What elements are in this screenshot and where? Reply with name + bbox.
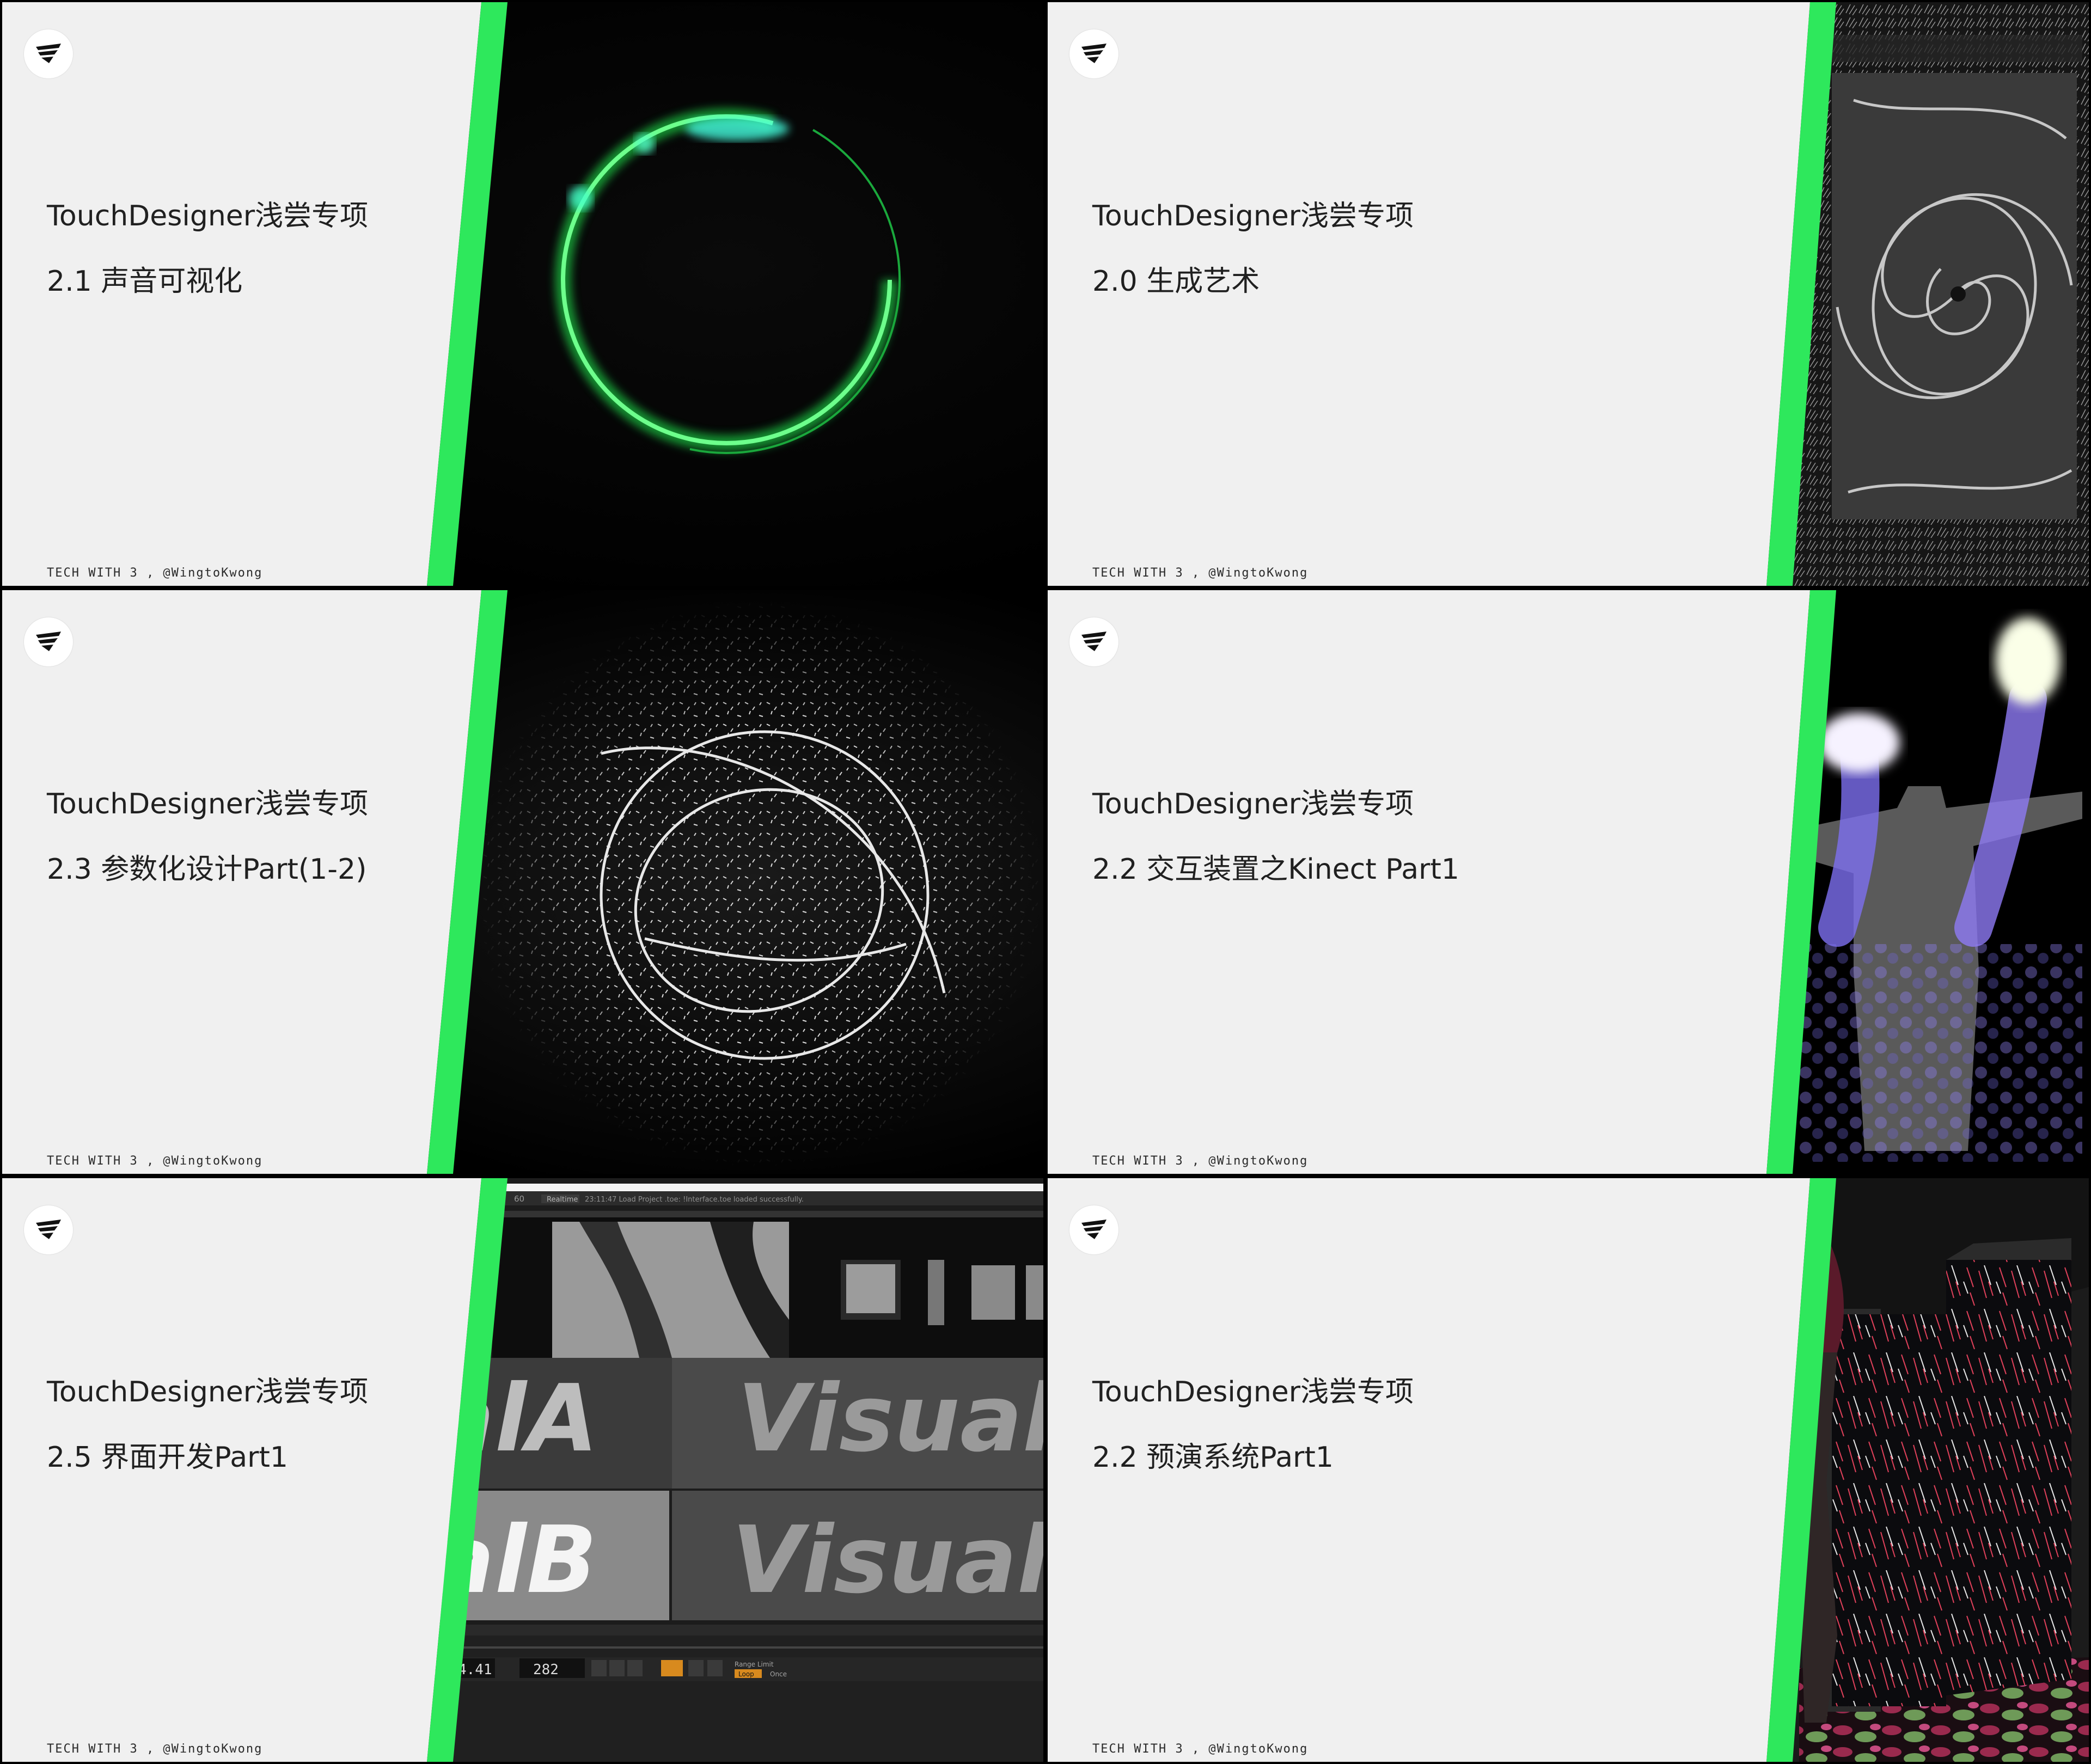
logo-icon <box>24 29 73 78</box>
slide-parametric-design[interactable]: TouchDesigner浅尝专项 2.3 参数化设计Part(1-2) TEC… <box>2 590 1043 1174</box>
slide-subtitle: 2.0 生成艺术 <box>1092 265 1260 298</box>
slide-generative-art[interactable]: TouchDesigner浅尝专项 2.0 生成艺术 TECH WITH 3 ,… <box>1048 2 2089 586</box>
slide-footer: TECH WITH 3 , @WingtoKwong <box>1092 1154 1309 1168</box>
slide-grid: TouchDesigner浅尝专项 2.1 声音可视化 TECH WITH 3 … <box>0 0 2091 1764</box>
slide-footer: TECH WITH 3 , @WingtoKwong <box>47 566 263 580</box>
slide-footer: TECH WITH 3 , @WingtoKwong <box>47 1742 263 1756</box>
slide-kinect-installation[interactable]: TouchDesigner浅尝专项 2.2 交互装置之Kinect Part1 … <box>1048 590 2089 1174</box>
slide-footer: TECH WITH 3 , @WingtoKwong <box>1092 1742 1309 1756</box>
logo-icon <box>1069 29 1118 78</box>
slide-interface-development[interactable]: 60 Realtime 23:11:47 Load Project .toe: … <box>2 1178 1043 1762</box>
slide-footer: TECH WITH 3 , @WingtoKwong <box>1092 566 1309 580</box>
logo-icon <box>24 1205 73 1254</box>
slide-previs-system[interactable]: TouchDesigner浅尝专项 2.2 预演系统Part1 TECH WIT… <box>1048 1178 2089 1762</box>
slide-subtitle: 2.5 界面开发Part1 <box>47 1441 288 1474</box>
slide-title: TouchDesigner浅尝专项 <box>47 788 369 820</box>
slide-title: TouchDesigner浅尝专项 <box>47 1376 369 1408</box>
slide-audio-visualization[interactable]: TouchDesigner浅尝专项 2.1 声音可视化 TECH WITH 3 … <box>2 2 1043 586</box>
slide-title: TouchDesigner浅尝专项 <box>1092 1376 1414 1408</box>
slide-subtitle: 2.3 参数化设计Part(1-2) <box>47 853 367 886</box>
logo-icon <box>24 617 73 666</box>
slide-subtitle: 2.2 交互装置之Kinect Part1 <box>1092 853 1459 886</box>
slide-footer: TECH WITH 3 , @WingtoKwong <box>47 1154 263 1168</box>
slide-title: TouchDesigner浅尝专项 <box>1092 788 1414 820</box>
slide-title: TouchDesigner浅尝专项 <box>1092 200 1414 232</box>
slide-subtitle: 2.2 预演系统Part1 <box>1092 1441 1334 1474</box>
logo-icon <box>1069 1205 1118 1254</box>
slide-title: TouchDesigner浅尝专项 <box>47 200 369 232</box>
logo-icon <box>1069 617 1118 666</box>
slide-subtitle: 2.1 声音可视化 <box>47 265 243 298</box>
